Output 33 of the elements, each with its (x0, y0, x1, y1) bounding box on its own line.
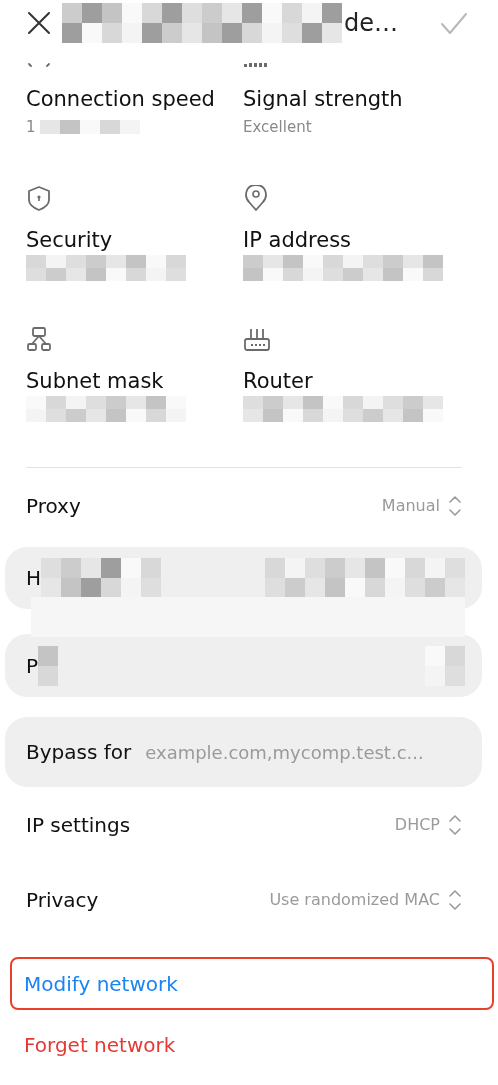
field-label: H (26, 566, 42, 590)
field-label: P (26, 653, 39, 678)
close-icon[interactable] (26, 10, 52, 36)
field-label: Bypass for (26, 740, 132, 764)
info-label: Signal strength (243, 86, 404, 113)
redaction-mosaic (425, 645, 465, 686)
info-label: Subnet mask (26, 368, 165, 395)
proxy-value[interactable]: Manual (381, 496, 440, 515)
info-value: 1 (26, 117, 36, 138)
router-icon (243, 326, 271, 352)
location-pin-icon (243, 185, 269, 211)
info-label: Security (26, 227, 114, 254)
bypass-input-field[interactable]: example.com,mycomp.test.c... (145, 741, 465, 763)
setting-label: Privacy (26, 886, 99, 914)
info-label: IP address (243, 227, 353, 254)
proxy-label: Proxy (26, 492, 81, 520)
setting-value[interactable]: Use randomized MAC (269, 890, 440, 909)
up-down-chevron-icon (448, 888, 462, 911)
up-down-chevron-icon (448, 494, 462, 517)
action-button[interactable]: Modify network (10, 957, 494, 1010)
shield-icon (26, 185, 52, 211)
info-label: Router (243, 368, 314, 395)
network-tree-icon (26, 326, 52, 352)
input-field[interactable]: P (5, 634, 482, 697)
info-label: Connection speed (26, 86, 216, 113)
action-button[interactable]: Forget network (10, 1010, 494, 1080)
network-title: de… (344, 9, 398, 37)
setting-value[interactable]: DHCP (394, 815, 440, 834)
redaction-mosaic (38, 645, 59, 686)
setting-label: IP settings (26, 811, 131, 839)
check-icon[interactable] (440, 12, 468, 36)
info-value: Excellent (243, 117, 312, 138)
up-down-chevron-icon (448, 813, 462, 836)
